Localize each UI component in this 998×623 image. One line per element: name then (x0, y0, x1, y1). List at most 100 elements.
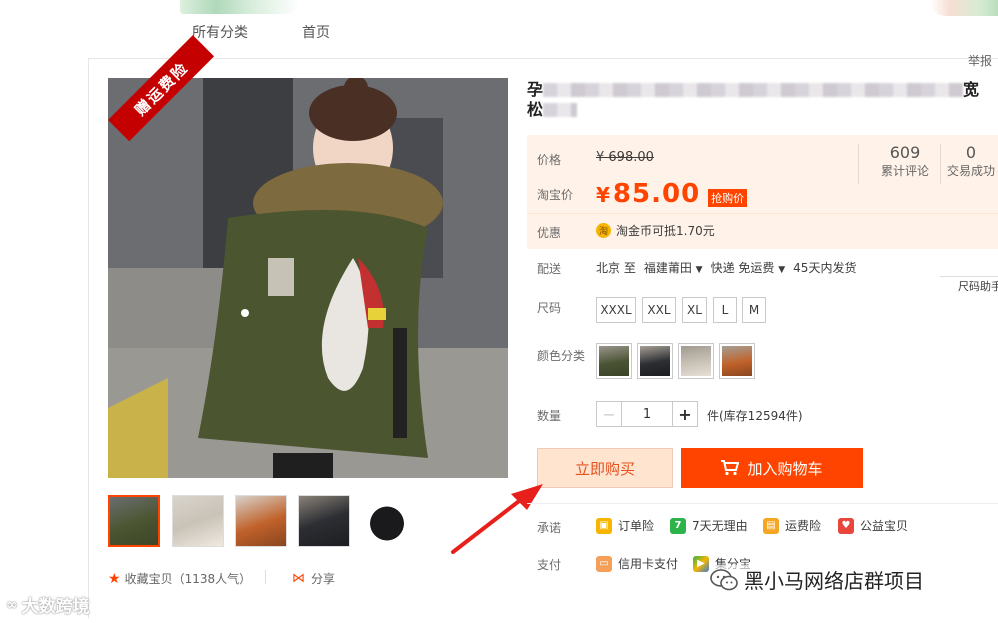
wechat-icon (710, 568, 738, 590)
stock-text: 件(库存12594件) (707, 409, 803, 423)
price-label: 价格 (537, 153, 562, 167)
ship-from: 北京 至 (596, 261, 636, 275)
size-option-l[interactable]: L (713, 297, 737, 323)
quantity-increment-button[interactable]: + (672, 401, 698, 427)
sold-count: 0 (965, 143, 977, 162)
chevron-down-icon: ▼ (695, 265, 703, 275)
size-option-xl[interactable]: XL (682, 297, 707, 323)
reviews-stat[interactable]: 609 累计评论 (872, 143, 938, 179)
pay-credit-card[interactable]: ▭ 信用卡支付 (596, 555, 678, 572)
pay-credit-card-label: 信用卡支付 (618, 557, 679, 571)
discount-text: 淘金币可抵 (616, 224, 677, 238)
color-option-beige[interactable] (678, 343, 714, 379)
report-link[interactable]: 举报 (968, 52, 992, 69)
title-line2-start: 松 (527, 100, 544, 119)
taobao-coin-icon: 淘 (596, 223, 611, 238)
order-insurance-icon: ▣ (596, 517, 612, 534)
thumbnail-4[interactable] (298, 495, 350, 547)
main-product-image[interactable] (108, 78, 508, 478)
promise-shipping-insurance-label: 运费险 (785, 519, 822, 533)
banner-decoration-right (930, 0, 998, 16)
banner-decoration-left (180, 0, 300, 14)
watermark-right: 黑小马网络店群项目 (710, 565, 924, 594)
discount-info: 淘 淘金币可抵 1.70元 (596, 222, 715, 239)
color-option-black[interactable] (637, 343, 673, 379)
promise-7-day-return[interactable]: 7 7天无理由 (670, 517, 748, 534)
express-select[interactable]: 快递 免运费 ▼ (711, 259, 786, 276)
size-helper-link[interactable]: 尺码助手 (958, 278, 998, 294)
add-to-cart-button[interactable]: 加入购物车 (681, 448, 863, 488)
express: 快递 免运费 (710, 261, 775, 275)
thumbnail-3[interactable] (235, 495, 287, 547)
current-price-group: ¥ 85.00 抢购价 (596, 179, 748, 209)
chevron-down-icon: ▼ (778, 265, 786, 275)
promise-charity-label: 公益宝贝 (860, 519, 909, 533)
thumbnail-2[interactable] (172, 495, 224, 547)
promise-order-insurance[interactable]: ▣ 订单险 (596, 517, 654, 534)
size-option-m[interactable]: M (742, 297, 766, 323)
quantity-input[interactable]: 1 (621, 401, 673, 427)
ship-to-select[interactable]: 福建莆田 ▼ (644, 259, 703, 276)
color-option-orange[interactable] (719, 343, 755, 379)
currency-symbol: ¥ (596, 183, 611, 207)
seven-day-return-icon: 7 (670, 517, 686, 534)
color-label: 颜色分类 (537, 349, 586, 363)
size-label: 尺码 (537, 301, 562, 315)
size-option-xxxl[interactable]: XXXL (596, 297, 636, 323)
promo-tag: 抢购价 (708, 189, 748, 207)
promise-shipping-insurance[interactable]: ▤ 运费险 (763, 517, 821, 534)
nav-all-categories[interactable]: 所有分类 (192, 22, 248, 42)
payment-label: 支付 (537, 558, 562, 572)
divider (527, 503, 998, 504)
jifenbao-icon: ▶ (693, 555, 709, 572)
shipping-insurance-icon: ▤ (763, 517, 779, 534)
favorite-button[interactable]: ★ 收藏宝贝（1138人气） (108, 570, 251, 587)
ship-time: 45天内发货 (793, 261, 857, 275)
reviews-count: 609 (889, 143, 921, 162)
favorite-label: 收藏宝贝（1138人气） (124, 572, 252, 586)
charity-heart-icon: ♥ (838, 517, 854, 534)
title-start: 孕 (527, 80, 544, 99)
original-price: ¥ 698.00 (596, 150, 654, 165)
ship-to: 福建莆田 (643, 261, 692, 275)
nav-home[interactable]: 首页 (302, 22, 330, 42)
buy-now-button[interactable]: 立即购买 (537, 448, 673, 488)
color-option-army-green[interactable] (596, 343, 632, 379)
discount-amount: 1.70元 (676, 224, 715, 238)
shipping-label: 配送 (537, 262, 562, 276)
watermark-logo-icon: ∞ (6, 596, 18, 613)
thumbnail-5[interactable] (361, 495, 413, 547)
star-icon: ★ (108, 570, 121, 587)
watermark-left: ∞ 大数跨境 (6, 592, 90, 618)
thumbnail-1[interactable] (108, 495, 160, 547)
shipping-info: 北京 至 福建莆田 ▼ 快递 免运费 ▼ 45天内发货 (596, 259, 856, 276)
product-photo-illustration (108, 78, 508, 478)
watermark-right-text: 黑小马网络店群项目 (744, 569, 924, 593)
promise-label: 承诺 (537, 521, 562, 535)
divider (265, 570, 266, 584)
share-icon: ⋈ (292, 571, 305, 586)
watermark-left-text: 大数跨境 (21, 597, 90, 617)
discount-label: 优惠 (537, 226, 562, 240)
taobao-price-label: 淘宝价 (537, 188, 574, 202)
sold-stat[interactable]: 0 交易成功 (943, 143, 998, 179)
add-to-cart-label: 加入购物车 (747, 459, 823, 478)
divider (940, 144, 941, 184)
share-label: 分享 (311, 572, 336, 586)
title-blurred-line2 (543, 103, 578, 117)
quantity-decrement-button[interactable]: − (596, 401, 622, 427)
share-button[interactable]: ⋈ 分享 (292, 570, 335, 587)
title-blurred (543, 83, 964, 97)
current-price: 85.00 (612, 179, 701, 209)
sold-label: 交易成功 (946, 164, 995, 178)
title-end: 宽 (963, 80, 980, 99)
promise-7-day-return-label: 7天无理由 (692, 519, 748, 533)
divider (940, 276, 998, 277)
reviews-label: 累计评论 (880, 164, 929, 178)
promise-charity[interactable]: ♥ 公益宝贝 (838, 517, 908, 534)
product-title: 孕 宽 松 (527, 80, 992, 120)
credit-card-icon: ▭ (596, 555, 612, 572)
divider (858, 144, 859, 184)
cart-icon (721, 460, 740, 476)
size-option-xxl[interactable]: XXL (642, 297, 676, 323)
